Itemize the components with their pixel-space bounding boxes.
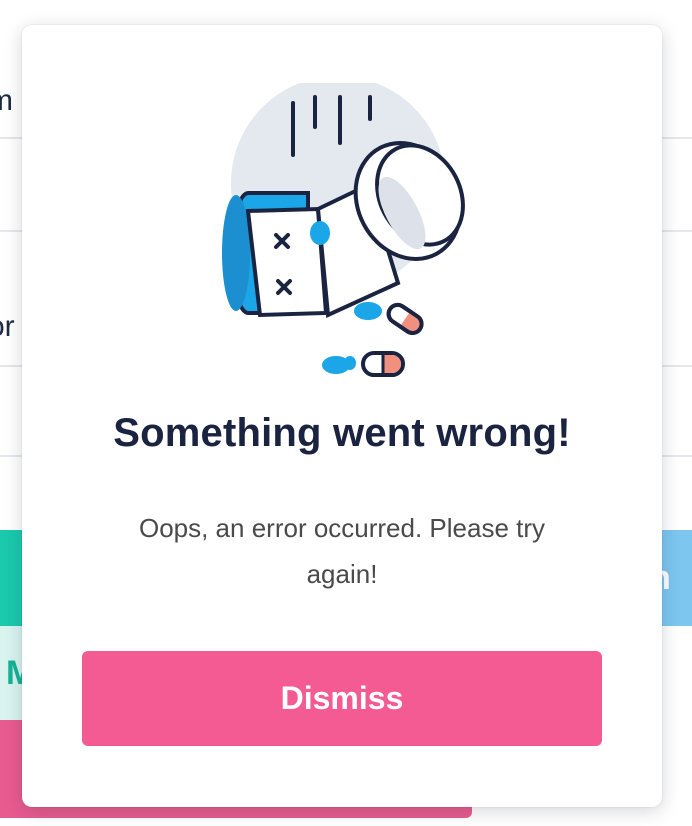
spilled-pill-bottle-icon <box>222 83 465 377</box>
background-text-fragment: or <box>0 310 15 343</box>
modal-message: Oops, an error occurred. Please try agai… <box>138 513 546 589</box>
dismiss-button[interactable]: Dismiss <box>82 651 602 746</box>
background-text-fragment: m <box>0 84 13 117</box>
modal-title: Something went wrong! <box>113 411 571 455</box>
error-modal: Something went wrong! Oops, an error occ… <box>22 25 662 807</box>
